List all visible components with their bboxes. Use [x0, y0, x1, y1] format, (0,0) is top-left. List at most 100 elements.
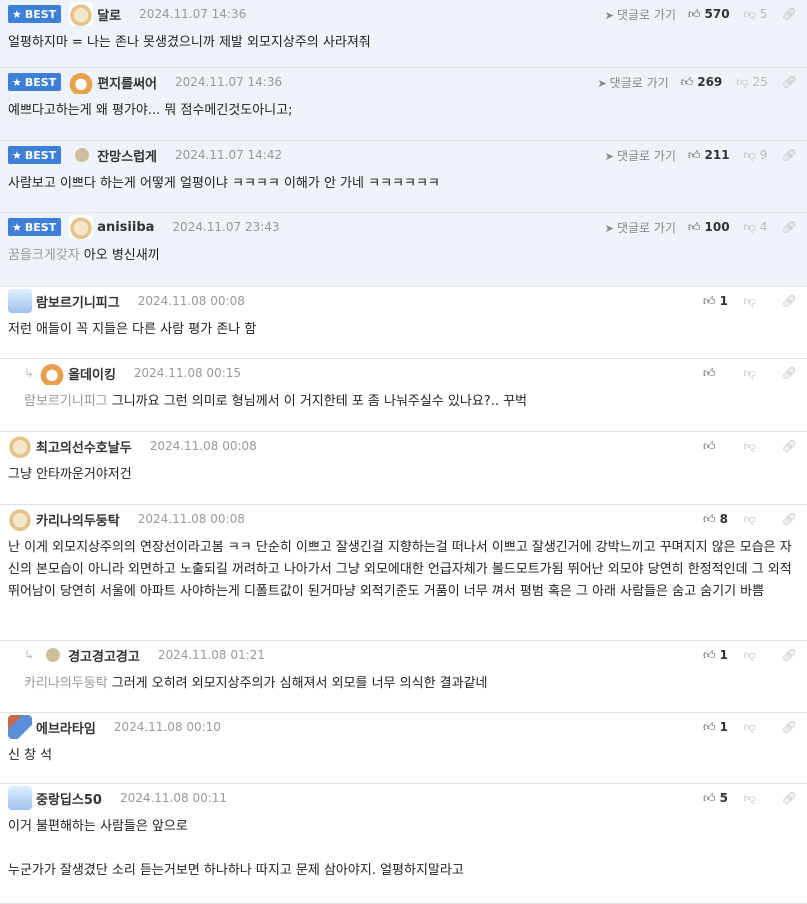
goto-comment-link[interactable]: ➤ 댓글로 가기: [597, 74, 668, 91]
link-icon[interactable]: 🔗︎: [782, 439, 797, 453]
upvote-count: 1: [719, 720, 728, 734]
thumbs-down-icon[interactable]: 👎︎: [744, 648, 756, 663]
comment-actions: 👍︎ 8 👎︎ 🔗︎: [703, 509, 797, 529]
nickname[interactable]: anisiiba: [97, 220, 154, 235]
nickname[interactable]: 편지를써어: [97, 73, 157, 92]
link-icon[interactable]: 🔗︎: [782, 75, 797, 89]
thumbs-up-icon[interactable]: 👍︎: [688, 148, 701, 163]
thumbs-up-icon[interactable]: 👍︎: [688, 220, 701, 235]
mention-tag[interactable]: 카리나의두둥탁: [24, 676, 108, 691]
comment-body: 카리나의두둥탁 그러게 오히려 외모지상주의가 심해져서 외모를 너무 의식한 결…: [0, 669, 807, 705]
comment-body: 그냥 안타까운거야저건: [0, 460, 807, 496]
link-icon[interactable]: 🔗︎: [782, 720, 797, 734]
mention-tag[interactable]: 람보르기니피그: [24, 394, 108, 409]
nickname[interactable]: 람보르기니피그: [36, 292, 120, 311]
comment-date: 2024.11.08 00:08: [149, 439, 257, 453]
link-icon[interactable]: 🔗︎: [782, 220, 797, 234]
thumbs-up-icon[interactable]: 👍︎: [703, 294, 716, 309]
avatar[interactable]: [8, 786, 32, 810]
thumbs-up-icon[interactable]: 👍︎: [703, 512, 716, 527]
thumbs-down-icon[interactable]: 👎︎: [744, 7, 756, 22]
thumbs-down-icon[interactable]: 👎︎: [744, 791, 756, 806]
nickname[interactable]: 달로: [97, 5, 121, 24]
avatar[interactable]: [8, 715, 32, 739]
comment-actions: ➤ 댓글로 가기 👍︎ 100 👎︎ 4 🔗︎: [605, 217, 797, 237]
comment-text-line: 람보르기니피그 그니까요 그런 의미로 형님께서 이 거지한테 포 좀 나눠주실수…: [24, 391, 799, 413]
thumbs-down-icon[interactable]: 👎︎: [744, 512, 756, 527]
upvote-count: 570: [704, 7, 730, 21]
thumbs-up-icon[interactable]: 👍︎: [703, 791, 716, 806]
comment-item: ↳ 올데이킹 2024.11.08 00:15 👍︎ 👎︎ 🔗︎ 람보르기니피그 그니까요 그…: [0, 359, 807, 432]
comment-actions: ➤ 댓글로 가기 👍︎ 570 👎︎ 5 🔗︎: [605, 4, 797, 24]
thumbs-up-icon[interactable]: 👍︎: [681, 75, 694, 90]
thumbs-up-icon[interactable]: 👍︎: [703, 648, 716, 663]
link-icon[interactable]: 🔗︎: [782, 512, 797, 526]
thumbs-up-icon[interactable]: 👍︎: [703, 439, 716, 454]
comment-date: 2024.11.08 00:15: [133, 366, 242, 380]
comment-text-line: 카리나의두둥탁 그러게 오히려 외모지상주의가 심해져서 외모를 너무 의식한 결…: [24, 673, 799, 695]
goto-comment-label: 댓글로 가기: [616, 7, 676, 22]
thumbs-down-icon[interactable]: 👎︎: [744, 220, 756, 235]
avatar[interactable]: [69, 215, 94, 239]
comment-item: ★ BEST 잔망스럽게 2024.11.07 14:42 ➤ 댓글로 가기 👍︎ 211 👎︎…: [0, 141, 807, 213]
thumbs-down-icon[interactable]: 👎︎: [736, 75, 748, 90]
nickname[interactable]: 잔망스럽게: [97, 146, 157, 165]
comment-text-line: 그냥 안타까운거야저건: [8, 464, 799, 486]
best-badge: ★ BEST: [8, 218, 62, 236]
nickname[interactable]: 에브라타임: [36, 718, 96, 737]
thumbs-down-icon[interactable]: 👎︎: [744, 366, 756, 381]
best-badge-label: BEST: [24, 75, 57, 89]
thumbs-up-icon[interactable]: 👍︎: [703, 720, 716, 735]
link-icon[interactable]: 🔗︎: [782, 7, 797, 21]
reply-arrow-icon: ↳: [24, 366, 35, 380]
comment-actions: 👍︎ 1 👎︎ 🔗︎: [703, 717, 797, 737]
comment-body: 람보르기니피그 그니까요 그런 의미로 형님께서 이 거지한테 포 좀 나눠주실수…: [0, 387, 807, 423]
comment-header: ★ BEST 잔망스럽게 2024.11.07 14:42 ➤ 댓글로 가기 👍︎ 211 👎︎…: [0, 141, 807, 169]
comment-text: 신 창 석: [8, 748, 53, 763]
thumbs-down-icon[interactable]: 👎︎: [744, 294, 756, 309]
comment-text-line: 예쁘다고하는게 왜 평가야... 뭐 점수메긴것도아니고;: [8, 100, 799, 122]
thumbs-down-icon[interactable]: 👎︎: [744, 148, 756, 163]
comment-actions: 👍︎ 1 👎︎ 🔗︎: [703, 291, 797, 311]
goto-comment-link[interactable]: ➤ 댓글로 가기: [605, 6, 676, 23]
comment-item: 카리나의두둥탁 2024.11.08 00:08 👍︎ 8 👎︎ 🔗︎ 난 이게 외모지상주…: [0, 505, 807, 641]
thumbs-down-icon[interactable]: 👎︎: [744, 439, 756, 454]
comment-item: ★ BEST anisiiba 2024.11.07 23:43 ➤ 댓글로 가기 👍︎ 10…: [0, 213, 807, 287]
nickname[interactable]: 중랑딥스50: [36, 789, 102, 808]
link-icon[interactable]: 🔗︎: [782, 791, 797, 805]
comment-item: ↳ 경고경고경고 2024.11.08 01:21 👍︎ 1 👎︎ 🔗︎ 카리나의두둥탁 그러게…: [0, 641, 807, 713]
comment-actions: 👍︎ 5 👎︎ 🔗︎: [703, 788, 797, 808]
comment-text-line: [8, 838, 799, 860]
avatar[interactable]: [8, 507, 32, 531]
thumbs-down-icon[interactable]: 👎︎: [744, 720, 756, 735]
thumbs-up-icon[interactable]: 👍︎: [688, 7, 701, 22]
comment-body: 이거 불편해하는 사람들은 앞으로 누군가가 잘생겼단 소리 듣는거보면 하나하…: [0, 812, 807, 892]
nickname[interactable]: 경고경고경고: [68, 646, 140, 665]
star-icon: ★: [12, 220, 22, 234]
link-icon[interactable]: 🔗︎: [782, 294, 797, 308]
avatar[interactable]: [75, 148, 90, 162]
goto-comment-link[interactable]: ➤ 댓글로 가기: [605, 147, 676, 164]
avatar[interactable]: [69, 70, 94, 94]
nickname[interactable]: 최고의선수호날두: [36, 437, 132, 456]
avatar[interactable]: [8, 289, 32, 313]
avatar[interactable]: [46, 648, 61, 662]
send-icon: ➤: [597, 76, 607, 90]
comment-header: 최고의선수호날두 2024.11.08 00:08 👍︎ 👎︎ 🔗︎: [0, 432, 807, 460]
avatar[interactable]: [8, 434, 32, 458]
avatar[interactable]: [69, 2, 94, 26]
comment-actions: ➤ 댓글로 가기 👍︎ 269 👎︎ 25 🔗︎: [597, 72, 797, 92]
goto-comment-link[interactable]: ➤ 댓글로 가기: [605, 219, 676, 236]
nickname[interactable]: 올데이킹: [68, 364, 116, 383]
comment-body: 얼평하지마 = 나는 존나 못생겼으니까 제발 외모지상주의 사라져줘: [0, 28, 807, 64]
mention-tag[interactable]: 꿈을크게갖자: [8, 248, 80, 263]
link-icon[interactable]: 🔗︎: [782, 148, 797, 162]
link-icon[interactable]: 🔗︎: [782, 366, 797, 380]
comment-text-line: 저런 애들이 꼭 지들은 다른 사람 평가 존나 함: [8, 319, 799, 341]
thumbs-up-icon[interactable]: 👍︎: [703, 366, 716, 381]
comment-header: ↳ 경고경고경고 2024.11.08 01:21 👍︎ 1 👎︎ 🔗︎: [0, 641, 807, 669]
downvote-count: 9: [759, 148, 768, 162]
nickname[interactable]: 카리나의두둥탁: [36, 510, 120, 529]
link-icon[interactable]: 🔗︎: [782, 648, 797, 662]
avatar[interactable]: [40, 361, 65, 385]
